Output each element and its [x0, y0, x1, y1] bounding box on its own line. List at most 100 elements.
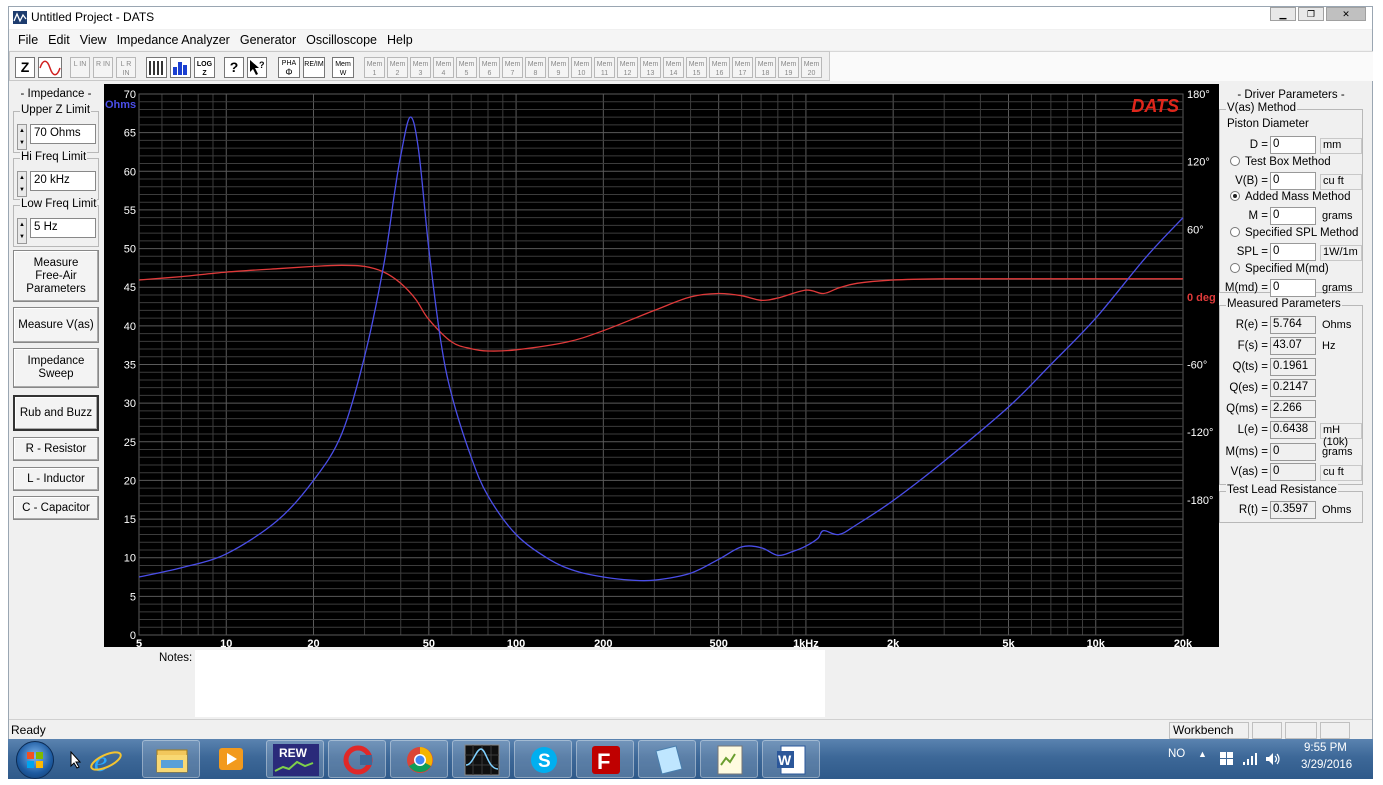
start-button[interactable]: [16, 741, 54, 779]
clock-time[interactable]: 9:55 PM: [1304, 742, 1347, 754]
memory-slot-button[interactable]: Mem 11: [594, 57, 615, 78]
memory-slot-button[interactable]: Mem 17: [732, 57, 753, 78]
taskbar-ccleaner[interactable]: [328, 740, 386, 778]
phase-symbol: Φ: [285, 67, 293, 77]
qes-row: Q(es) = 0.2147: [1220, 379, 1364, 399]
memory-slot-button[interactable]: Mem 2: [387, 57, 408, 78]
d-field[interactable]: 0: [1270, 136, 1316, 154]
minimize-button[interactable]: ▁: [1270, 7, 1296, 21]
taskbar-notepad[interactable]: [638, 740, 696, 778]
memory-slot-button[interactable]: Mem 9: [548, 57, 569, 78]
y-left-tick-label: 10: [124, 553, 136, 565]
taskbar-notepad-plus-plus[interactable]: [700, 740, 758, 778]
context-help-button[interactable]: ?: [247, 57, 267, 78]
restore-button[interactable]: ❐: [1298, 7, 1324, 21]
taskbar-media-player[interactable]: [203, 740, 261, 778]
le-unit-select[interactable]: mH (10k): [1320, 423, 1362, 448]
vertical-grid-icon: [149, 61, 163, 75]
grid-lines-button[interactable]: [146, 57, 167, 78]
close-button[interactable]: ✕: [1326, 7, 1366, 21]
impedance-plot[interactable]: 5 10 20 50 100 200 500 1kHz 2k 5k 10k 20k 0 5 10 15 20 25…: [104, 84, 1219, 650]
clock-date[interactable]: 3/29/2016: [1301, 759, 1352, 771]
specified-mmd-method-radio[interactable]: Specified M(md): [1230, 263, 1329, 275]
memory-write-button[interactable]: Mem W: [332, 57, 354, 78]
memory-slot-button[interactable]: Mem 13: [640, 57, 661, 78]
phase-button[interactable]: PHA Φ: [278, 57, 300, 78]
notes-textarea[interactable]: [195, 650, 825, 717]
memory-slot-button[interactable]: Mem 16: [709, 57, 730, 78]
spl-field[interactable]: 0: [1270, 243, 1316, 261]
menu-help[interactable]: Help: [382, 33, 418, 47]
impedance-mode-button[interactable]: Z: [15, 57, 35, 78]
vas-label: V(as) =: [1230, 466, 1268, 478]
specified-spl-method-radio[interactable]: Specified SPL Method: [1230, 227, 1358, 239]
memory-slot-button[interactable]: Mem 20: [801, 57, 822, 78]
low-freq-spinner[interactable]: ▲ ▼: [17, 218, 27, 244]
taskbar-filezilla[interactable]: F: [576, 740, 634, 778]
qts-label: Q(ts) =: [1232, 361, 1268, 373]
memory-slot-button[interactable]: Mem 18: [755, 57, 776, 78]
memory-slot-button[interactable]: Mem 4: [433, 57, 454, 78]
memory-slot-button[interactable]: Mem 12: [617, 57, 638, 78]
taskbar-file-explorer[interactable]: [142, 740, 200, 778]
volume-icon[interactable]: [1265, 752, 1281, 766]
menu-impedance-analyzer[interactable]: Impedance Analyzer: [112, 33, 235, 47]
added-mass-method-radio[interactable]: Added Mass Method: [1230, 191, 1350, 203]
y-left-tick-label: 55: [124, 205, 136, 217]
low-freq-limit-group: Low Freq Limit ▲ ▼ 5 Hz: [13, 198, 99, 247]
memory-slot-button[interactable]: Mem 10: [571, 57, 592, 78]
measure-free-air-button[interactable]: Measure Free-Air Parameters: [13, 250, 99, 302]
resistor-button[interactable]: R - Resistor: [13, 437, 99, 461]
network-signal-icon[interactable]: [1242, 752, 1258, 766]
taskbar-internet-explorer[interactable]: e: [80, 740, 138, 778]
real-imaginary-button[interactable]: RE/IM: [303, 57, 325, 78]
inductor-button[interactable]: L - Inductor: [13, 467, 99, 491]
sine-generator-button[interactable]: [38, 57, 62, 78]
vb-field[interactable]: 0: [1270, 172, 1316, 190]
taskbar-chrome[interactable]: [390, 740, 448, 778]
memory-slot-button[interactable]: Mem 5: [456, 57, 477, 78]
bar-graph-button[interactable]: [170, 57, 191, 78]
taskbar-word[interactable]: W: [762, 740, 820, 778]
rub-and-buzz-button[interactable]: Rub and Buzz: [13, 395, 99, 431]
memory-slot-button[interactable]: Mem 19: [778, 57, 799, 78]
menu-oscilloscope[interactable]: Oscilloscope: [301, 33, 382, 47]
right-input-button[interactable]: R IN: [93, 57, 113, 78]
upper-z-spinner[interactable]: ▲ ▼: [17, 124, 27, 150]
m-field[interactable]: 0: [1270, 207, 1316, 225]
memory-slot-button[interactable]: Mem 7: [502, 57, 523, 78]
menu-edit[interactable]: Edit: [43, 33, 75, 47]
memory-slot-button[interactable]: Mem 3: [410, 57, 431, 78]
show-hidden-icons[interactable]: ▲: [1198, 749, 1207, 759]
memory-slot-button[interactable]: Mem 8: [525, 57, 546, 78]
log-z-button[interactable]: LOG Z: [194, 57, 215, 78]
menu-generator[interactable]: Generator: [235, 33, 301, 47]
impedance-sweep-button[interactable]: Impedance Sweep: [13, 348, 99, 388]
d-row: D = 0 mm: [1220, 136, 1364, 156]
driver-parameters-title: - Driver Parameters -: [1237, 89, 1345, 101]
test-box-method-radio[interactable]: Test Box Method: [1230, 156, 1331, 168]
menu-file[interactable]: File: [13, 33, 43, 47]
x-tick-label: 20: [307, 638, 319, 647]
action-center-flag-icon[interactable]: [1220, 752, 1234, 766]
memory-slot-button[interactable]: Mem 1: [364, 57, 385, 78]
taskbar-oscilloscope-app[interactable]: [452, 740, 510, 778]
menu-view[interactable]: View: [75, 33, 112, 47]
help-button[interactable]: ?: [224, 57, 244, 78]
left-input-button[interactable]: L IN: [70, 57, 90, 78]
hi-freq-limit-field[interactable]: 20 kHz: [30, 171, 96, 191]
measure-vas-button[interactable]: Measure V(as): [13, 307, 99, 343]
taskbar-skype[interactable]: S: [514, 740, 572, 778]
capacitor-button[interactable]: C - Capacitor: [13, 496, 99, 520]
language-indicator[interactable]: NO: [1168, 748, 1185, 760]
memory-slot-button[interactable]: Mem 14: [663, 57, 684, 78]
stereo-input-button[interactable]: L R IN: [116, 57, 136, 78]
x-tick-label: 5: [136, 638, 142, 647]
low-freq-limit-field[interactable]: 5 Hz: [30, 218, 96, 238]
mmd-field[interactable]: 0: [1270, 279, 1316, 297]
memory-slot-button[interactable]: Mem 15: [686, 57, 707, 78]
memory-slot-button[interactable]: Mem 6: [479, 57, 500, 78]
taskbar-rew[interactable]: REW: [266, 740, 324, 778]
upper-z-limit-field[interactable]: 70 Ohms: [30, 124, 96, 144]
hi-freq-spinner[interactable]: ▲ ▼: [17, 171, 27, 197]
